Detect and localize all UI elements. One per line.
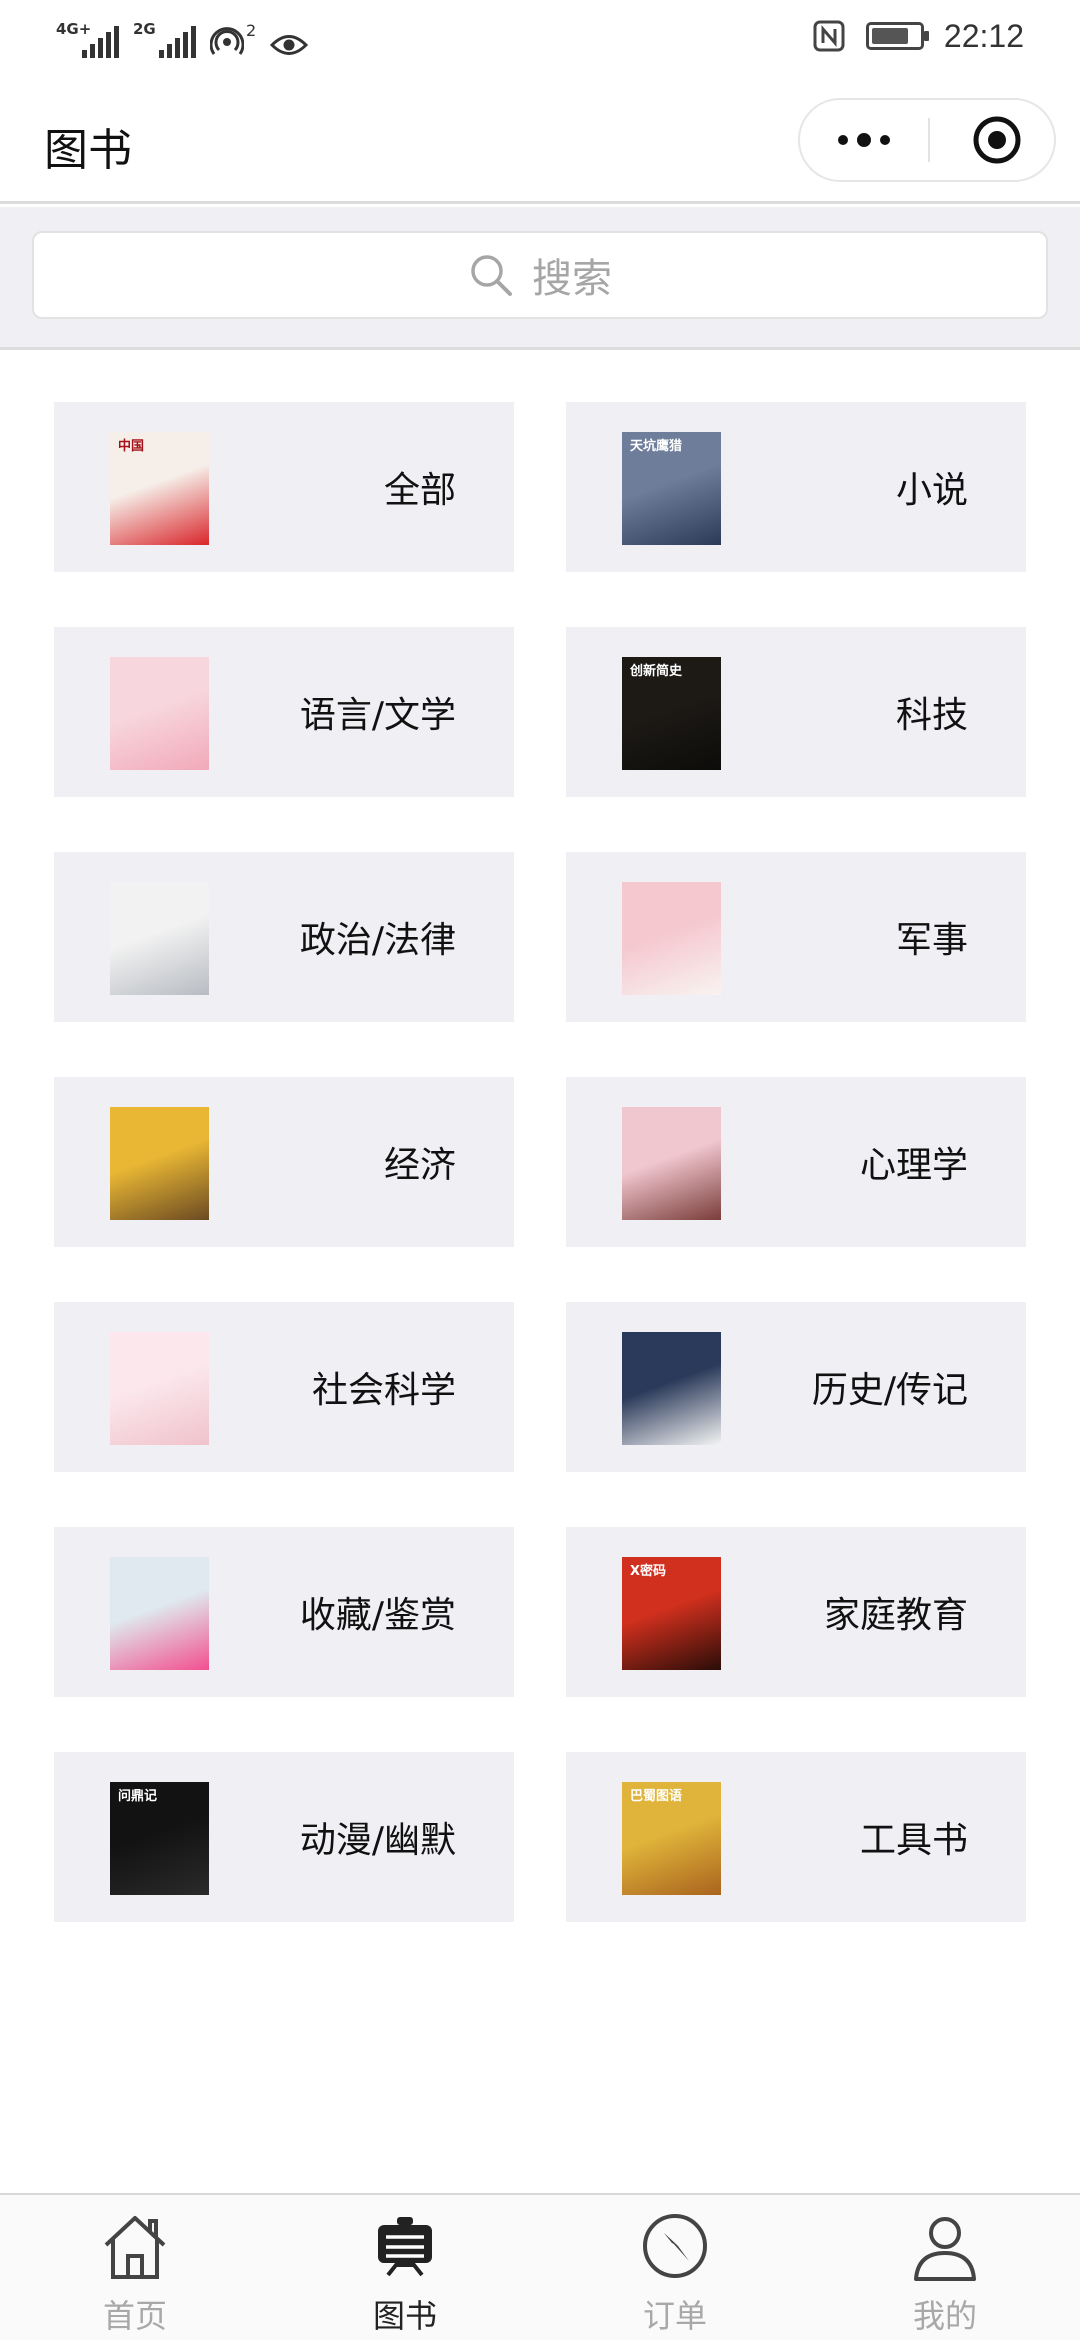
category-label: 工具书 <box>859 1820 968 1861</box>
compass-icon <box>643 2214 707 2278</box>
network-type-1: 4G+ <box>56 20 92 38</box>
capsule-divider <box>928 118 930 162</box>
category-card[interactable]: 政治/法律 <box>54 852 514 1022</box>
tab-label: 订单 <box>642 2297 707 2335</box>
book-cover-image <box>110 1107 209 1220</box>
category-label: 全部 <box>383 470 456 511</box>
tab-home[interactable]: 首页 <box>0 2195 270 2340</box>
book-cover-image: 中国 <box>110 432 209 545</box>
category-card[interactable]: 心理学 <box>566 1077 1026 1247</box>
battery-level <box>871 28 909 44</box>
search-section: 搜索 <box>0 207 1080 350</box>
clock: 22:12 <box>943 17 1024 54</box>
battery-icon <box>865 22 929 50</box>
book-cover-title: 创新简史 <box>630 664 683 679</box>
home-icon <box>104 2216 166 2279</box>
category-label: 历史/传记 <box>811 1370 968 1411</box>
book-cover-title: 问鼎记 <box>118 1789 158 1804</box>
signal-icon-2: 2G <box>133 18 196 58</box>
book-cover-title: 中国 <box>118 439 145 454</box>
category-card[interactable]: 创新简史科技 <box>566 627 1026 797</box>
status-left: 4G+ 2G 2 <box>56 14 309 58</box>
book-cover-image: 创新简史 <box>622 657 721 770</box>
category-card[interactable]: 经济 <box>54 1077 514 1247</box>
book-cover-image <box>110 1557 209 1670</box>
nav-header: 图书 <box>0 72 1080 204</box>
book-cover-image: 问鼎记 <box>110 1782 209 1895</box>
tab-label: 首页 <box>102 2297 167 2335</box>
book-cover-image: 巴蜀图语 <box>622 1782 721 1895</box>
category-label: 语言/文学 <box>299 695 456 736</box>
search-icon <box>471 255 512 296</box>
category-card[interactable]: 巴蜀图语工具书 <box>566 1752 1026 1922</box>
category-label: 科技 <box>895 695 968 736</box>
page-title: 图书 <box>44 125 132 176</box>
category-label: 动漫/幽默 <box>299 1820 456 1861</box>
tab-books[interactable]: 图书 <box>270 2195 540 2340</box>
category-card[interactable]: 收藏/鉴赏 <box>54 1527 514 1697</box>
category-card[interactable]: 社会科学 <box>54 1302 514 1472</box>
tab-bar: 首页 图书 订单 我的 <box>0 2193 1080 2340</box>
network-type-2: 2G <box>133 20 156 38</box>
category-label: 社会科学 <box>311 1370 456 1411</box>
category-label: 小说 <box>895 470 968 511</box>
category-label: 收藏/鉴赏 <box>299 1595 456 1636</box>
book-cover-image <box>110 657 209 770</box>
category-card[interactable]: 军事 <box>566 852 1026 1022</box>
category-grid: 中国 全部 天坑鹰猎 小说 语言/文学 创新简史 科技 政治/法律 军事 经济 心理学 社会科学 历史/… <box>54 402 1026 1922</box>
search-placeholder: 搜索 <box>532 256 612 302</box>
category-card[interactable]: 历史/传记 <box>566 1302 1026 1472</box>
book-cover-title: X密码 <box>630 1564 667 1579</box>
book-cover-image <box>110 882 209 995</box>
book-cover-image <box>622 882 721 995</box>
category-card[interactable]: 问鼎记动漫/幽默 <box>54 1752 514 1922</box>
category-label: 心理学 <box>859 1145 968 1186</box>
book-cover-image: 天坑鹰猎 <box>622 432 721 545</box>
category-card[interactable]: 语言/文学 <box>54 627 514 797</box>
tab-label: 我的 <box>912 2297 977 2335</box>
book-cover-title: 天坑鹰猎 <box>630 439 683 454</box>
book-cover-image <box>110 1332 209 1445</box>
hotspot-count: 2 <box>246 21 257 40</box>
status-bar: 4G+ 2G 2 22:12 <box>0 0 1080 72</box>
book-cover-image <box>622 1332 721 1445</box>
category-label: 政治/法律 <box>299 920 456 961</box>
eye-icon <box>270 35 309 55</box>
book-cover-image: X密码 <box>622 1557 721 1670</box>
category-label: 军事 <box>895 920 968 961</box>
book-cover-title: 巴蜀图语 <box>630 1789 683 1804</box>
status-right: 22:12 <box>812 14 1024 58</box>
category-card[interactable]: X密码家庭教育 <box>566 1527 1026 1697</box>
target-icon[interactable] <box>972 115 1022 165</box>
mini-program-capsule <box>798 98 1056 182</box>
signal-icon: 4G+ <box>56 18 119 58</box>
category-card[interactable]: 天坑鹰猎小说 <box>566 402 1026 572</box>
tab-orders[interactable]: 订单 <box>540 2195 810 2340</box>
category-label: 经济 <box>383 1145 456 1186</box>
book-icon <box>378 2217 432 2277</box>
more-icon[interactable] <box>800 100 928 180</box>
profile-icon <box>914 2217 976 2281</box>
nfc-icon <box>813 20 845 52</box>
tab-label: 图书 <box>372 2297 437 2335</box>
hotspot-icon <box>210 27 244 55</box>
search-input[interactable]: 搜索 <box>32 231 1048 319</box>
category-label: 家庭教育 <box>823 1595 968 1636</box>
category-card[interactable]: 中国全部 <box>54 402 514 572</box>
tab-profile[interactable]: 我的 <box>810 2195 1080 2340</box>
book-cover-image <box>622 1107 721 1220</box>
